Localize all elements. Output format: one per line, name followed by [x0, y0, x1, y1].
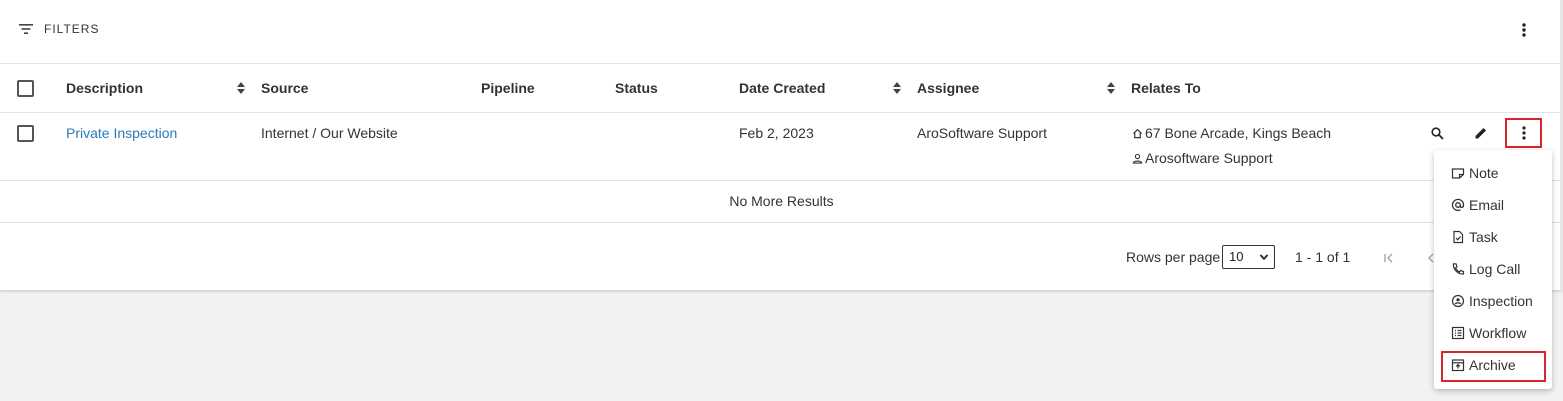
relates-to-property-text: 67 Bone Arcade, Kings Beach — [1145, 125, 1332, 141]
list-card: FILTERS Description Source Pipeline Stat… — [0, 0, 1563, 291]
first-page-button[interactable] — [1380, 249, 1398, 267]
relates-to-contact[interactable]: Arosoftware Support — [1132, 150, 1273, 166]
at-sign-icon — [1451, 198, 1465, 212]
archive-highlight — [1441, 351, 1546, 382]
chevron-down-icon — [1259, 254, 1269, 261]
menu-item-workflow[interactable]: Workflow — [1434, 317, 1552, 349]
row-description-link[interactable]: Private Inspection — [66, 125, 177, 141]
menu-item-label: Note — [1469, 165, 1499, 181]
menu-item-log-call[interactable]: Log Call — [1434, 253, 1552, 285]
filters-button[interactable]: FILTERS — [18, 19, 99, 39]
first-page-icon — [1384, 253, 1393, 263]
column-header-assignee[interactable]: Assignee — [917, 64, 979, 112]
row-source: Internet / Our Website — [261, 125, 398, 141]
note-icon — [1451, 168, 1465, 179]
sort-icon[interactable] — [1106, 81, 1116, 95]
relates-to-property[interactable]: 67 Bone Arcade, Kings Beach — [1132, 125, 1331, 141]
more-vert-icon — [1522, 23, 1526, 37]
sort-icon[interactable] — [892, 81, 902, 95]
rows-per-page-select[interactable]: 10 — [1222, 245, 1275, 269]
column-header-description[interactable]: Description — [66, 64, 143, 112]
row-date-created: Feb 2, 2023 — [739, 125, 814, 141]
rows-per-page-label: Rows per page — [1126, 249, 1221, 265]
menu-item-task[interactable]: Task — [1434, 221, 1552, 253]
menu-item-email[interactable]: Email — [1434, 189, 1552, 221]
select-all-checkbox[interactable] — [17, 80, 34, 97]
column-header-date-created[interactable]: Date Created — [739, 64, 825, 112]
menu-item-note[interactable]: Note — [1434, 157, 1552, 189]
search-icon — [1430, 126, 1444, 140]
menu-item-label: Inspection — [1469, 293, 1533, 309]
person-icon — [1132, 153, 1143, 164]
phone-icon — [1452, 263, 1465, 275]
pagination-range: 1 - 1 of 1 — [1295, 249, 1351, 265]
pagination: Rows per page 10 1 - 1 of 1 — [0, 223, 1563, 291]
column-header-pipeline: Pipeline — [481, 80, 535, 96]
task-icon — [1453, 230, 1464, 244]
column-header-source: Source — [261, 80, 309, 96]
column-header-status: Status — [615, 80, 658, 96]
row-more-highlight — [1505, 118, 1542, 148]
menu-item-label: Workflow — [1469, 325, 1527, 341]
rows-per-page-value: 10 — [1229, 249, 1244, 264]
row-search-button[interactable] — [1426, 122, 1448, 144]
menu-item-label: Email — [1469, 197, 1505, 213]
table-row: Private Inspection Internet / Our Websit… — [0, 113, 1563, 181]
column-header-relates-to: Relates To — [1131, 80, 1201, 96]
row-edit-button[interactable] — [1470, 122, 1492, 144]
list-icon — [1451, 326, 1465, 340]
filters-label: FILTERS — [44, 22, 100, 36]
row-assignee: AroSoftware Support — [917, 125, 1047, 141]
sort-icon[interactable] — [236, 81, 246, 95]
menu-item-inspection[interactable]: Inspection — [1434, 285, 1552, 317]
location-pin-icon — [1451, 294, 1465, 308]
row-checkbox[interactable] — [17, 125, 34, 142]
relates-to-contact-text: Arosoftware Support — [1145, 150, 1273, 166]
menu-item-label: Log Call — [1469, 261, 1521, 277]
menu-item-label: Task — [1469, 229, 1498, 245]
home-icon — [1132, 128, 1143, 138]
table-header: Description Source Pipeline Status Date … — [0, 64, 1563, 113]
toolbar-more-button[interactable] — [1514, 20, 1534, 40]
edit-icon — [1475, 128, 1486, 139]
row-actions-menu: Note Email Task Log Call Inspection Work… — [1434, 150, 1552, 389]
no-more-results: No More Results — [0, 181, 1563, 223]
toolbar: FILTERS — [0, 0, 1563, 64]
filter-list-icon — [19, 24, 33, 34]
